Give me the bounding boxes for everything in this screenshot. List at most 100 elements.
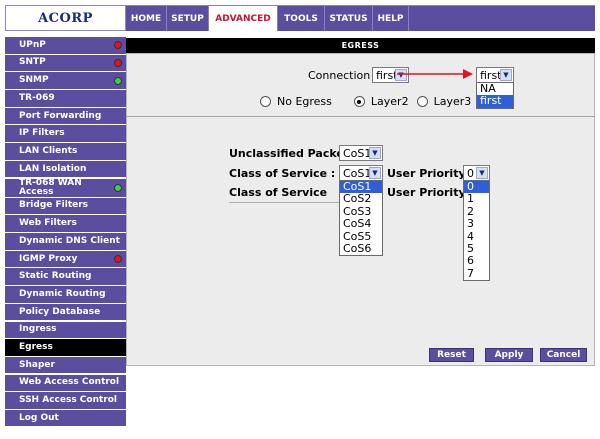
sidebar-item-shaper[interactable]: Shaper [5, 356, 126, 374]
sidebar: UPnP SNTP SNMP TR-069 Port Forwarding IP… [5, 37, 126, 428]
sidebar-item-label: LAN Clients [19, 145, 78, 156]
page-title: EGRESS [126, 38, 595, 53]
cos-option[interactable]: CoS6 [340, 242, 382, 255]
sidebar-item-label: Ingress [19, 324, 57, 335]
class-of-service-header: Class of Service [229, 186, 328, 199]
sidebar-item-lan-clients[interactable]: LAN Clients [5, 143, 126, 160]
cos-option[interactable]: CoS4 [340, 217, 382, 230]
sidebar-item-snmp[interactable]: SNMP [5, 72, 126, 89]
sidebar-item-port-forwarding[interactable]: Port Forwarding [5, 107, 126, 125]
priority-option[interactable]: 6 [464, 254, 489, 267]
sidebar-item-label: Web Filters [19, 218, 77, 229]
chevron-down-icon: ▼ [369, 147, 381, 159]
sidebar-item-label: Policy Database [19, 306, 101, 317]
connection-dropdown-list: NA first [476, 82, 514, 109]
sidebar-item-tr068-wan-access[interactable]: TR-068 WAN Access [5, 177, 126, 197]
status-green-icon [114, 76, 122, 85]
radio-layer2-label: Layer2 [370, 95, 409, 108]
cos-dropdown-list: CoS1 CoS2 CoS3 CoS4 CoS5 CoS6 [339, 180, 383, 257]
sidebar-item-label: Web Access Control [19, 377, 120, 388]
user-priority-label: User Priority : [387, 167, 474, 180]
sidebar-item-igmp-proxy[interactable]: IGMP Proxy [5, 250, 126, 268]
unclassified-packet-select[interactable]: CoS1 ▼ [339, 145, 383, 161]
cancel-button[interactable]: Cancel [540, 348, 587, 362]
tab-status[interactable]: STATUS [325, 6, 373, 31]
sidebar-item-label: Port Forwarding [19, 110, 102, 121]
sidebar-item-label: LAN Isolation [19, 163, 87, 174]
sidebar-item-lan-isolation[interactable]: LAN Isolation [5, 160, 126, 178]
sidebar-item-log-out[interactable]: Log Out [5, 409, 126, 427]
sidebar-item-dynamic-routing[interactable]: Dynamic Routing [5, 286, 126, 303]
logo: ACORP [5, 5, 126, 31]
table-divider [229, 202, 340, 203]
tab-setup[interactable]: SETUP [167, 6, 209, 31]
status-green-icon [114, 183, 122, 192]
sidebar-item-label: UPnP [19, 39, 46, 50]
tab-advanced[interactable]: ADVANCED [209, 6, 278, 31]
radio-no-egress[interactable] [260, 96, 271, 107]
connection-select-open[interactable]: first ▼ [476, 67, 514, 83]
user-priority-value: 0 [467, 166, 474, 180]
sidebar-item-label: SSH Access Control [19, 395, 118, 405]
sidebar-item-ssh-access-control[interactable]: SSH Access Control [5, 392, 126, 409]
unclassified-packet-value: CoS1 [343, 146, 372, 160]
sidebar-item-label: Dynamic Routing [19, 288, 106, 299]
sidebar-item-label: Dynamic DNS Client [19, 235, 120, 246]
apply-button[interactable]: Apply [485, 348, 533, 362]
sidebar-item-web-filters[interactable]: Web Filters [5, 215, 126, 232]
status-red-icon [114, 58, 122, 67]
sidebar-item-upnp[interactable]: UPnP [5, 37, 126, 54]
sidebar-item-label: Static Routing [19, 271, 92, 282]
cos-option[interactable]: CoS2 [340, 192, 382, 205]
sidebar-item-label: Bridge Filters [19, 200, 89, 211]
sidebar-item-label: SNTP [19, 57, 46, 68]
reset-button[interactable]: Reset [429, 348, 474, 362]
sidebar-item-dynamic-dns-client[interactable]: Dynamic DNS Client [5, 233, 126, 250]
sidebar-item-label: Log Out [19, 412, 59, 423]
sidebar-item-bridge-filters[interactable]: Bridge Filters [5, 197, 126, 215]
connection-label: Connection : [308, 69, 378, 82]
class-of-service-label: Class of Service : [229, 167, 336, 180]
sidebar-item-ingress[interactable]: Ingress [5, 321, 126, 338]
sidebar-item-egress[interactable]: Egress [5, 339, 126, 356]
egress-mode-group: No Egress Layer2 Layer3 [260, 95, 471, 108]
red-arrow-icon [397, 69, 473, 79]
top-nav: HOME SETUP ADVANCED TOOLS STATUS HELP [126, 5, 595, 31]
sidebar-item-label: IP Filters [19, 128, 65, 139]
sidebar-item-label: TR-068 WAN Access [19, 177, 82, 197]
sidebar-item-label: TR-069 [19, 92, 55, 103]
priority-option[interactable]: 1 [464, 192, 489, 205]
chevron-down-icon: ▼ [476, 167, 488, 179]
sidebar-item-web-access-control[interactable]: Web Access Control [5, 374, 126, 392]
class-of-service-select[interactable]: CoS1 ▼ [339, 165, 383, 181]
connection-option-first[interactable]: first [477, 94, 513, 108]
chevron-down-icon: ▼ [369, 167, 381, 179]
radio-layer3-label: Layer3 [433, 95, 472, 108]
chevron-down-icon: ▼ [500, 69, 512, 81]
sidebar-item-ip-filters[interactable]: IP Filters [5, 125, 126, 142]
sidebar-item-label: Shaper [19, 359, 55, 370]
sidebar-item-sntp[interactable]: SNTP [5, 54, 126, 72]
tab-home[interactable]: HOME [126, 6, 167, 31]
user-priority-select[interactable]: 0 ▼ [463, 165, 490, 181]
status-red-icon [114, 41, 122, 50]
priority-option[interactable]: 3 [464, 217, 489, 230]
section-divider [126, 116, 595, 117]
tab-help[interactable]: HELP [373, 6, 409, 31]
user-priority-header: User Priority [387, 186, 466, 199]
sidebar-item-label: Egress [19, 341, 53, 352]
sidebar-item-policy-database[interactable]: Policy Database [5, 303, 126, 321]
status-red-icon [114, 255, 122, 263]
logo-text: ACORP [38, 10, 93, 26]
sidebar-item-static-routing[interactable]: Static Routing [5, 268, 126, 285]
connection-select-open-value: first [480, 68, 502, 82]
radio-layer3[interactable] [416, 96, 428, 107]
sidebar-item-label: IGMP Proxy [19, 253, 78, 264]
tab-tools[interactable]: TOOLS [278, 6, 325, 31]
class-of-service-value: CoS1 [343, 166, 372, 180]
sidebar-item-tr069[interactable]: TR-069 [5, 90, 126, 107]
radio-layer2[interactable] [353, 96, 365, 107]
sidebar-item-label: SNMP [19, 75, 49, 86]
priority-option[interactable]: 7 [464, 267, 489, 280]
radio-no-egress-label: No Egress [277, 95, 332, 108]
